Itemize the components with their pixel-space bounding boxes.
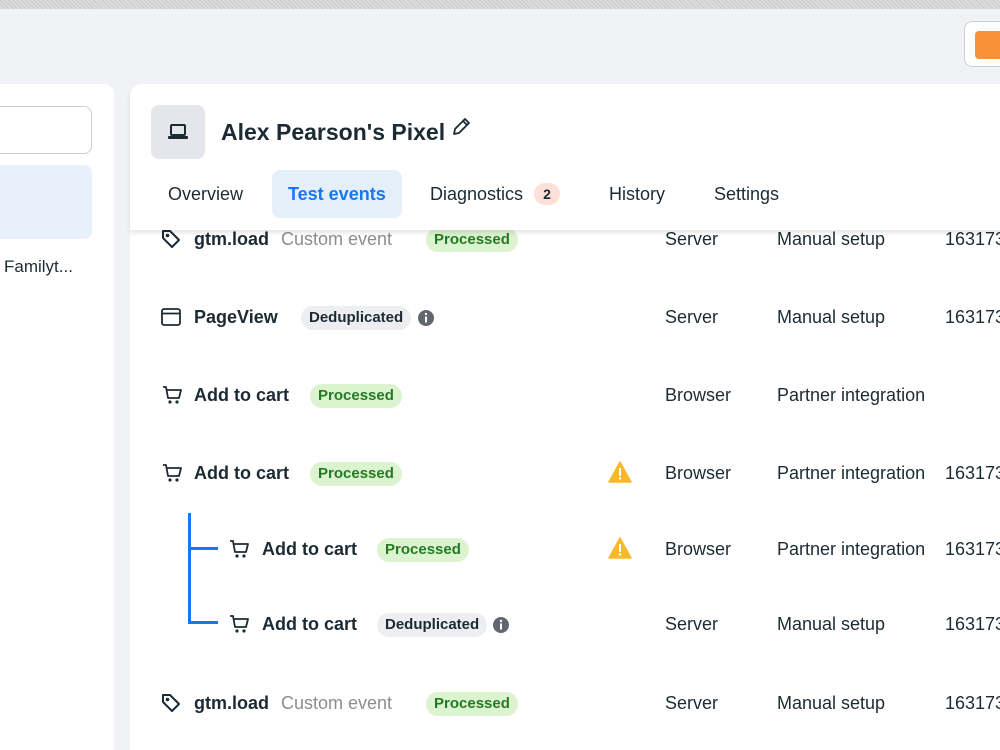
event-source: Browser [665, 539, 732, 559]
event-setup: Manual setup [777, 229, 886, 249]
info-icon[interactable] [492, 616, 510, 634]
event-id: 163173 [945, 463, 1000, 483]
status-badge: Deduplicated [377, 613, 488, 637]
tab-settings[interactable]: Settings [698, 170, 795, 218]
pencil-icon[interactable] [450, 116, 472, 143]
diagnostics-count-badge: 2 [534, 183, 561, 205]
event-setup: Manual setup [777, 614, 886, 634]
event-row-nested[interactable]: Add to cart Processed Browser Partner in… [0, 532, 1000, 566]
status-badge: Processed [310, 462, 402, 486]
event-name: Add to cart [194, 385, 290, 405]
event-row[interactable]: PageView Deduplicated Server Manual setu… [0, 300, 1000, 334]
event-name: Add to cart [262, 614, 358, 634]
tree-connector-branch [188, 621, 218, 624]
laptop-icon [151, 105, 205, 159]
event-id: 163173 [945, 307, 1000, 327]
event-source: Browser [665, 385, 732, 405]
warning-icon[interactable] [608, 461, 632, 483]
event-setup: Manual setup [777, 307, 886, 327]
info-icon[interactable] [417, 309, 435, 327]
cart-icon [163, 464, 182, 482]
browser-window-icon [161, 308, 181, 326]
event-setup: Partner integration [777, 463, 926, 483]
status-badge: Deduplicated [301, 306, 412, 330]
event-id: 163173 [945, 693, 1000, 713]
tree-connector-line [188, 513, 191, 624]
event-type: Custom event [281, 693, 393, 713]
tab-history[interactable]: History [593, 170, 681, 218]
cart-icon [230, 540, 249, 558]
cart-icon [163, 386, 182, 404]
event-name: Add to cart [194, 463, 290, 483]
tab-overview[interactable]: Overview [152, 170, 259, 218]
tag-icon [162, 694, 180, 712]
event-row[interactable]: gtm.load Custom event Processed Server M… [0, 686, 1000, 720]
status-badge: Processed [426, 228, 518, 252]
tree-connector-branch [188, 547, 218, 550]
event-source: Browser [665, 463, 732, 483]
tag-icon [162, 230, 180, 248]
warning-icon[interactable] [608, 537, 632, 559]
event-name: Add to cart [262, 539, 358, 559]
event-source: Server [665, 229, 719, 249]
tab-diagnostics[interactable]: Diagnostics 2 [414, 170, 576, 218]
event-name: gtm.load [194, 693, 269, 713]
tab-test-events[interactable]: Test events [272, 170, 402, 218]
event-setup: Partner integration [777, 539, 926, 559]
event-id: 163173 [945, 614, 1000, 634]
event-type: Custom event [281, 229, 393, 249]
pixel-header: Alex Pearson's Pixel Overview Test event… [130, 84, 1000, 230]
event-row[interactable]: Add to cart Processed Browser Partner in… [0, 378, 1000, 412]
cart-icon [230, 615, 249, 633]
event-row-nested[interactable]: Add to cart Deduplicated Server Manual s… [0, 607, 1000, 641]
event-source: Server [665, 307, 719, 327]
event-setup: Manual setup [777, 693, 886, 713]
event-name: gtm.load [194, 229, 269, 249]
event-setup: Partner integration [777, 385, 926, 405]
event-source: Server [665, 614, 719, 634]
event-row[interactable]: Add to cart Processed Browser Partner in… [0, 456, 1000, 490]
status-badge: Processed [377, 538, 469, 562]
event-source: Server [665, 693, 719, 713]
status-badge: Processed [310, 384, 402, 408]
event-name: PageView [194, 307, 278, 327]
event-id: 163173 [945, 539, 1000, 559]
page-title: Alex Pearson's Pixel [221, 119, 446, 145]
event-id: 163173 [945, 229, 1000, 249]
status-badge: Processed [426, 692, 518, 716]
